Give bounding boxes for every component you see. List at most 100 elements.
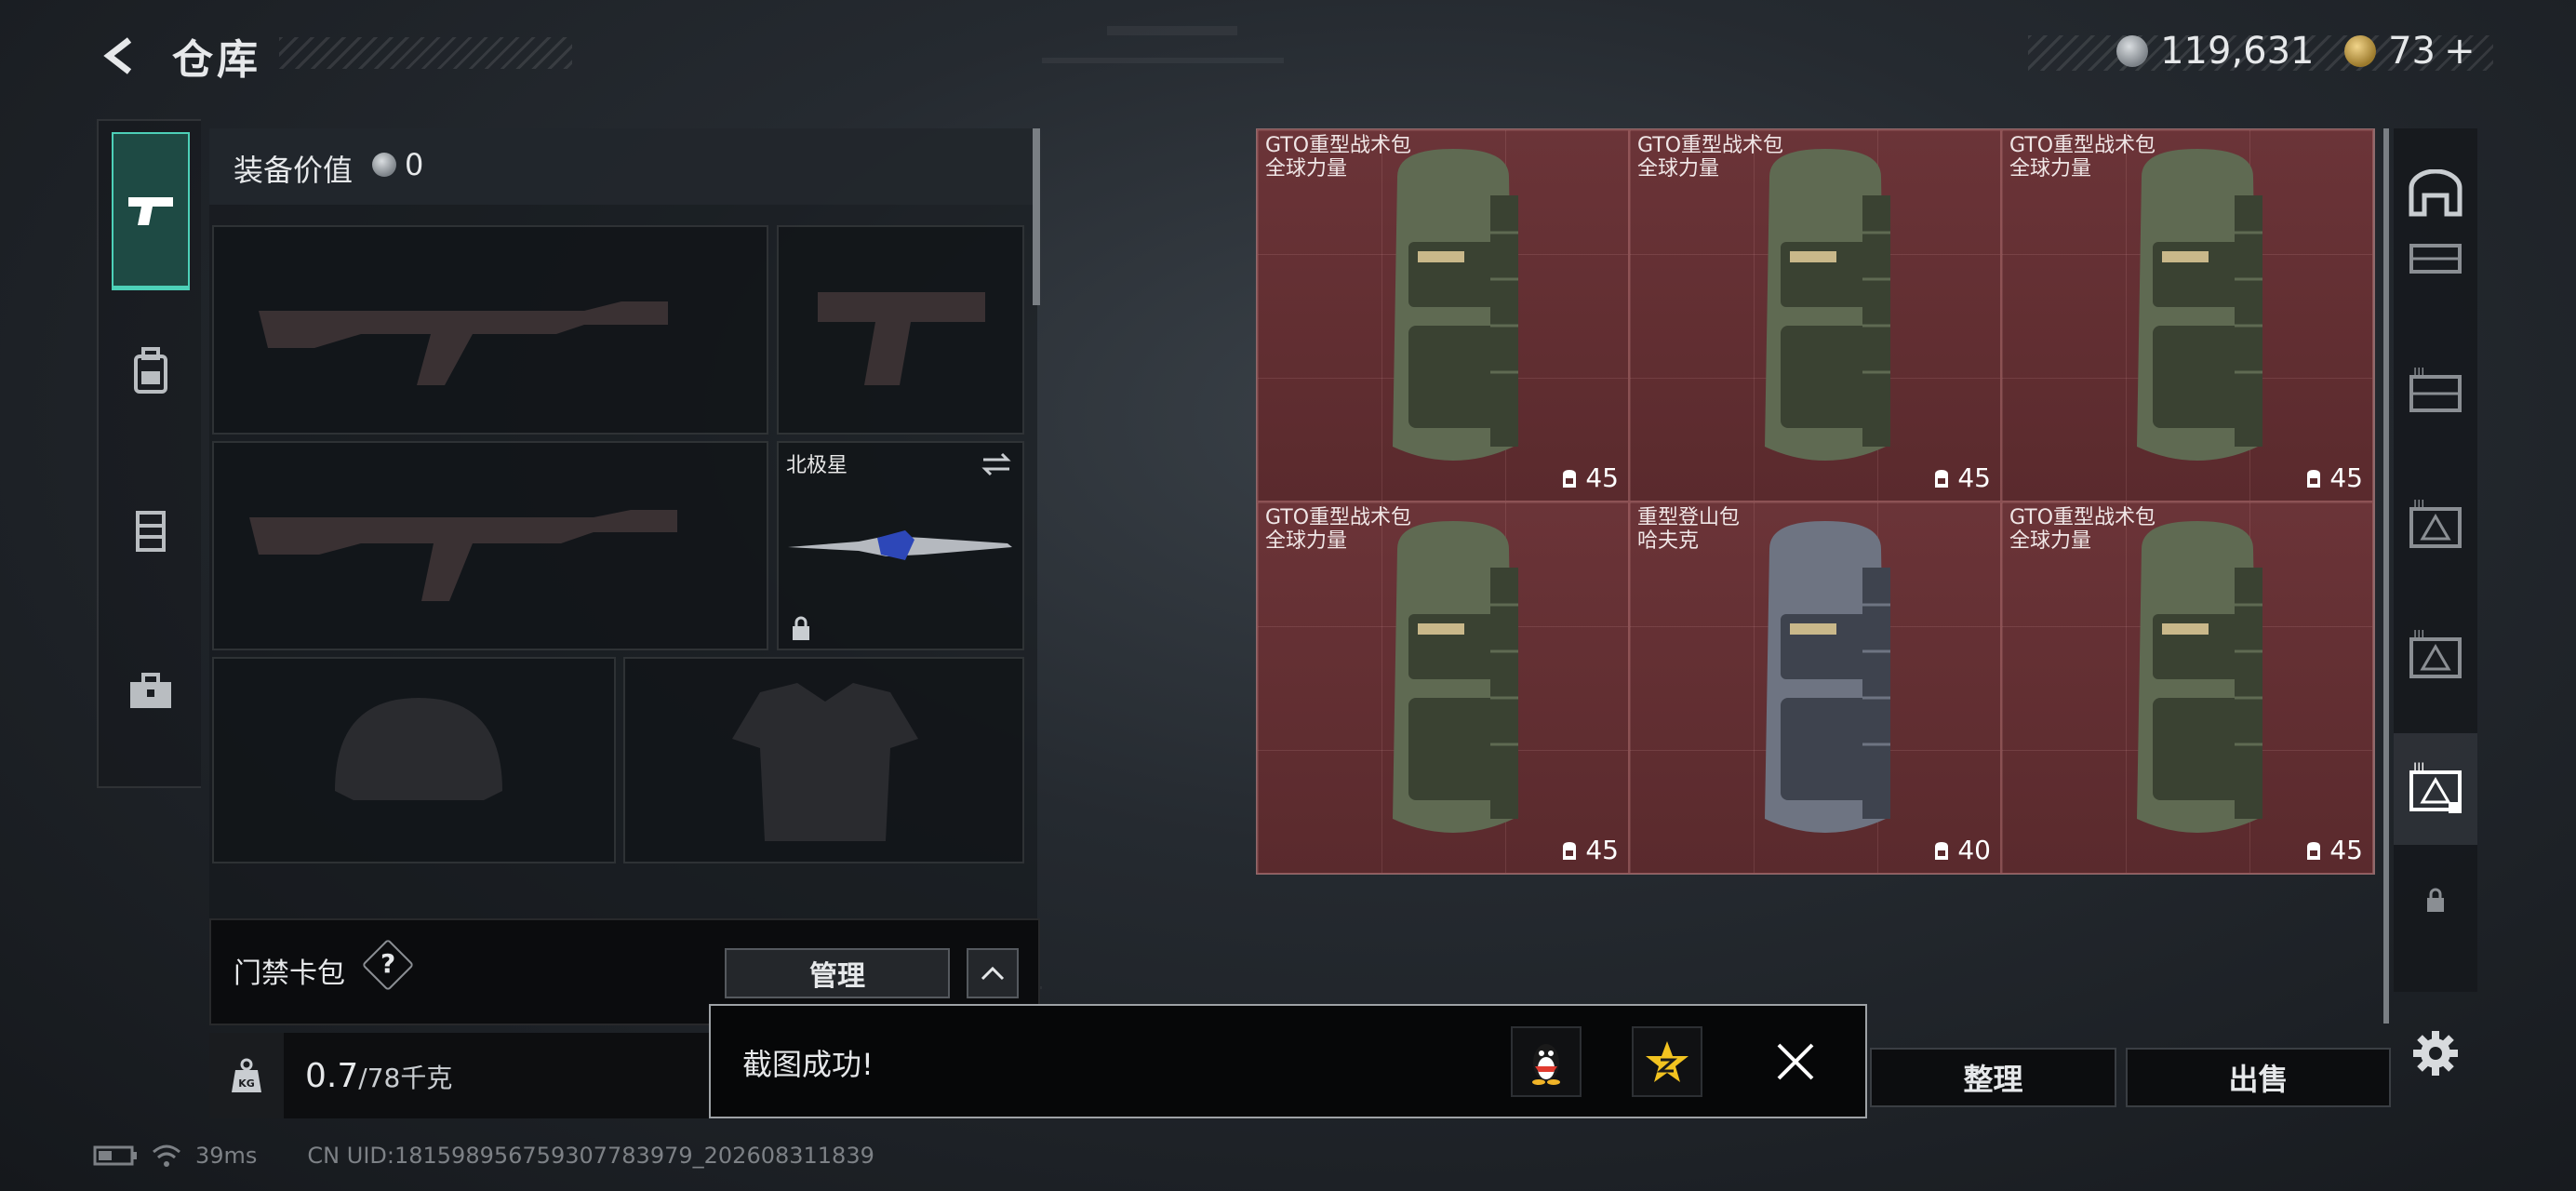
sell-button[interactable]: 出售 bbox=[2126, 1048, 2391, 1107]
weight-current: 0.7 bbox=[305, 1057, 359, 1095]
triangle-container-icon: III bbox=[2409, 630, 2462, 678]
rail-item-container-3[interactable]: III bbox=[2394, 475, 2477, 577]
secondary-weapon-slot[interactable] bbox=[212, 441, 768, 650]
triangle-coin-icon bbox=[2344, 35, 2376, 67]
capacity-badge: 40 bbox=[1931, 835, 1991, 865]
vest-icon bbox=[136, 511, 166, 552]
item-subtitle: 全球力量 bbox=[2009, 529, 2092, 553]
rail-item-container-1[interactable] bbox=[2394, 221, 2477, 296]
helmet-slot[interactable] bbox=[212, 657, 616, 863]
item-title: GTO重型战术包 bbox=[1265, 134, 1412, 157]
swap-icon[interactable] bbox=[980, 450, 1013, 478]
stash-item[interactable]: GTO重型战术包 全球力量 45 bbox=[1257, 129, 1629, 502]
stash-item-name: GTO重型战术包 全球力量 bbox=[1265, 506, 1411, 553]
item-subtitle: 全球力量 bbox=[1265, 157, 1348, 181]
pistol-silhouette-icon bbox=[818, 292, 985, 385]
weight-max: /78千克 bbox=[358, 1063, 453, 1093]
rifle-silhouette-icon bbox=[259, 301, 668, 385]
backpack-icon bbox=[2307, 469, 2321, 488]
item-subtitle: 哈夫克 bbox=[1637, 529, 1700, 553]
backpack-icon bbox=[1393, 149, 1518, 461]
rail-item-supplies[interactable] bbox=[112, 612, 190, 770]
svg-text:III: III bbox=[2413, 368, 2424, 381]
item-title: 重型登山包 bbox=[1637, 506, 1741, 529]
stash-item-name: 重型登山包 哈夫克 bbox=[1637, 506, 1740, 553]
item-subtitle: 全球力量 bbox=[1265, 529, 1348, 553]
coin-icon bbox=[2116, 35, 2148, 67]
share-qzone-button[interactable] bbox=[1632, 1026, 1702, 1097]
armor-silhouette-icon bbox=[732, 683, 918, 841]
equipment-scrollbar[interactable] bbox=[1033, 128, 1040, 305]
melee-name: 北极星 bbox=[786, 454, 848, 477]
chevron-up-icon bbox=[981, 966, 1005, 981]
currency-secondary[interactable]: 73 + bbox=[2344, 30, 2476, 73]
svg-text:III: III bbox=[2413, 500, 2424, 513]
backpack-icon bbox=[1393, 521, 1518, 833]
category-rail bbox=[97, 119, 201, 788]
weight-readout: 0.7/78千克 bbox=[305, 1057, 452, 1095]
capacity-badge: 45 bbox=[2303, 835, 2363, 865]
rail-item-weapons[interactable] bbox=[112, 132, 190, 290]
help-icon[interactable]: ? bbox=[380, 948, 395, 979]
pistol-icon bbox=[128, 196, 173, 225]
rail-item-container-5-active[interactable]: III bbox=[2394, 733, 2477, 845]
equipment-value: 0 bbox=[405, 147, 424, 182]
stash-item[interactable]: GTO重型战术包 全球力量 45 bbox=[1257, 502, 1629, 874]
rail-item-backpack[interactable] bbox=[112, 292, 190, 450]
rail-item-locked[interactable] bbox=[2394, 854, 2477, 947]
backpack-icon bbox=[1935, 469, 1949, 488]
currency-primary: 119,631 bbox=[2116, 30, 2315, 73]
status-bar: 39ms CN UID:1815989567593077839​79_20260… bbox=[93, 1143, 874, 1169]
stash-item-name: GTO重型战术包 全球力量 bbox=[1265, 134, 1411, 181]
backpack-icon bbox=[1765, 521, 1890, 833]
capacity-value: 40 bbox=[1957, 835, 1991, 865]
expand-button[interactable] bbox=[967, 948, 1019, 998]
backpack-icon bbox=[1563, 469, 1577, 488]
toast-message: 截图成功! bbox=[742, 1047, 874, 1082]
back-button[interactable] bbox=[93, 28, 149, 84]
primary-weapon-slot[interactable] bbox=[212, 225, 768, 435]
capacity-badge: 45 bbox=[1559, 835, 1619, 865]
pistol-slot[interactable] bbox=[777, 225, 1024, 435]
currency-primary-value: 119,631 bbox=[2160, 30, 2315, 73]
arch-container-icon bbox=[2409, 169, 2463, 217]
close-icon bbox=[1777, 1043, 1814, 1080]
rifle-silhouette-icon bbox=[249, 510, 677, 601]
title-decoration bbox=[279, 37, 572, 69]
page-title: 仓库 bbox=[172, 36, 261, 84]
toast-close-button[interactable] bbox=[1771, 1037, 1820, 1086]
capacity-value: 45 bbox=[1585, 462, 1619, 493]
item-title: GTO重型战术包 bbox=[2009, 134, 2156, 157]
stash-item[interactable]: GTO重型战术包 全球力量 45 bbox=[1629, 129, 2001, 502]
item-title: GTO重型战术包 bbox=[1265, 506, 1412, 529]
rail-item-container-2[interactable]: III bbox=[2394, 342, 2477, 445]
ping-readout: 39ms bbox=[195, 1143, 258, 1169]
stash-item[interactable]: 重型登山包 哈夫克 40 bbox=[1629, 502, 2001, 874]
stash-scrollbar[interactable] bbox=[2383, 128, 2389, 1024]
svg-text:III: III bbox=[2413, 630, 2424, 643]
item-title: GTO重型战术包 bbox=[1637, 134, 1784, 157]
backpack-icon bbox=[2137, 521, 2262, 833]
screenshot-toast: 截图成功! bbox=[709, 1004, 1867, 1118]
stash-item[interactable]: GTO重型战术包 全球力量 45 bbox=[2001, 502, 2373, 874]
uid-readout: CN UID:1815989567593077839​79_2026083118… bbox=[307, 1143, 874, 1169]
rail-item-armor[interactable] bbox=[112, 452, 190, 610]
manage-button[interactable]: 管理 bbox=[725, 948, 950, 998]
battery-icon bbox=[93, 1145, 137, 1166]
armor-slot[interactable] bbox=[623, 657, 1024, 863]
settings-button[interactable] bbox=[2409, 1027, 2462, 1079]
share-qq-button[interactable] bbox=[1511, 1026, 1582, 1097]
backpack-icon bbox=[134, 347, 167, 394]
stash-item-name: GTO重型战术包 全球力量 bbox=[2009, 134, 2156, 181]
backpack-icon bbox=[1563, 841, 1577, 860]
add-currency-button[interactable]: + bbox=[2444, 30, 2476, 73]
equipment-value-header: 装备价值 0 bbox=[209, 128, 1037, 205]
melee-slot[interactable]: 北极星 bbox=[777, 441, 1024, 650]
rail-item-container-4[interactable]: III bbox=[2394, 605, 2477, 707]
stash-item[interactable]: GTO重型战术包 全球力量 45 bbox=[2001, 129, 2373, 502]
sort-button[interactable]: 整理 bbox=[1870, 1048, 2116, 1107]
svg-text:KG: KG bbox=[238, 1077, 255, 1090]
capacity-value: 45 bbox=[1585, 835, 1619, 865]
qq-penguin-icon bbox=[1532, 1044, 1560, 1085]
capacity-badge: 45 bbox=[2303, 462, 2363, 493]
